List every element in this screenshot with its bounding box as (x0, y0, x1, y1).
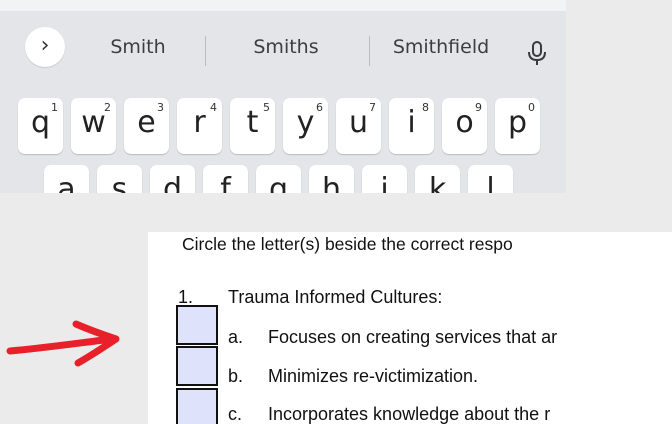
key-label: o (455, 105, 474, 140)
key-row-1: 1q 2w 3e 4r 5t 6y 7u 8i 9o 0p (0, 98, 566, 158)
key-l[interactable]: l (468, 165, 513, 193)
key-q[interactable]: 1q (18, 98, 63, 154)
chevron-right-icon: › (40, 33, 50, 58)
key-label: r (193, 105, 206, 140)
red-arrow-icon (6, 320, 120, 367)
microphone-icon[interactable] (526, 41, 548, 67)
key-i[interactable]: 8i (389, 98, 434, 154)
option-letter-a: a. (228, 327, 244, 347)
suggestion-smiths[interactable]: Smiths (236, 27, 336, 67)
option-letter-c: c. (228, 404, 243, 424)
key-label: a (57, 172, 76, 193)
key-y[interactable]: 6y (283, 98, 328, 154)
expand-toolbar-button[interactable]: › (25, 27, 65, 67)
option-text-b: Minimizes re-victimization. (268, 366, 479, 386)
key-t[interactable]: 5t (230, 98, 275, 154)
suggestion-bar: › Smith Smiths Smithfield (0, 13, 566, 69)
key-label: t (246, 105, 259, 140)
key-a[interactable]: a (44, 165, 89, 193)
answer-checkbox-c[interactable] (176, 388, 218, 424)
key-label: f (220, 172, 231, 193)
key-label: h (321, 172, 341, 193)
suggestion-smith[interactable]: Smith (88, 27, 188, 67)
key-g[interactable]: g (256, 165, 301, 193)
key-u[interactable]: 7u (336, 98, 381, 154)
key-label: e (137, 105, 156, 140)
key-label: j (380, 172, 389, 193)
key-w[interactable]: 2w (71, 98, 116, 154)
key-row-2: a s d f g h j k l (0, 165, 566, 193)
suggestion-smithfield[interactable]: Smithfield (382, 27, 500, 67)
key-label: l (486, 172, 495, 193)
key-p[interactable]: 0p (495, 98, 540, 154)
on-screen-keyboard: › Smith Smiths Smithfield 1q 2w 3e 4r 5t… (0, 0, 566, 193)
key-f[interactable]: f (203, 165, 248, 193)
key-s[interactable]: s (97, 165, 142, 193)
key-label: d (162, 172, 183, 193)
instructions-text: Circle the letter(s) beside the correct … (182, 234, 513, 254)
key-label: k (428, 172, 447, 193)
key-d[interactable]: d (150, 165, 195, 193)
key-e[interactable]: 3e (124, 98, 169, 154)
key-r[interactable]: 4r (177, 98, 222, 154)
answer-checkbox-a[interactable] (176, 305, 218, 345)
suggestion-divider (369, 36, 370, 66)
question-title: Trauma Informed Cultures: (228, 287, 443, 307)
key-k[interactable]: k (415, 165, 460, 193)
option-letter-b: b. (228, 366, 244, 386)
suggestion-divider (205, 36, 206, 66)
key-label: s (111, 172, 128, 193)
key-o[interactable]: 9o (442, 98, 487, 154)
key-label: u (348, 105, 368, 140)
key-label: q (30, 105, 51, 140)
key-label: w (81, 105, 106, 140)
answer-checkbox-b[interactable] (176, 346, 218, 386)
key-h[interactable]: h (309, 165, 354, 193)
document-page: Circle the letter(s) beside the correct … (148, 232, 672, 424)
key-label: g (268, 172, 289, 193)
key-label: i (407, 105, 416, 140)
option-text-c: Incorporates knowledge about the r (268, 404, 551, 424)
keyboard-top-edge (0, 0, 566, 11)
background-gap (0, 408, 148, 424)
key-label: y (296, 105, 315, 140)
key-j[interactable]: j (362, 165, 407, 193)
option-text-a: Focuses on creating services that ar (268, 327, 558, 347)
key-label: p (507, 105, 528, 140)
